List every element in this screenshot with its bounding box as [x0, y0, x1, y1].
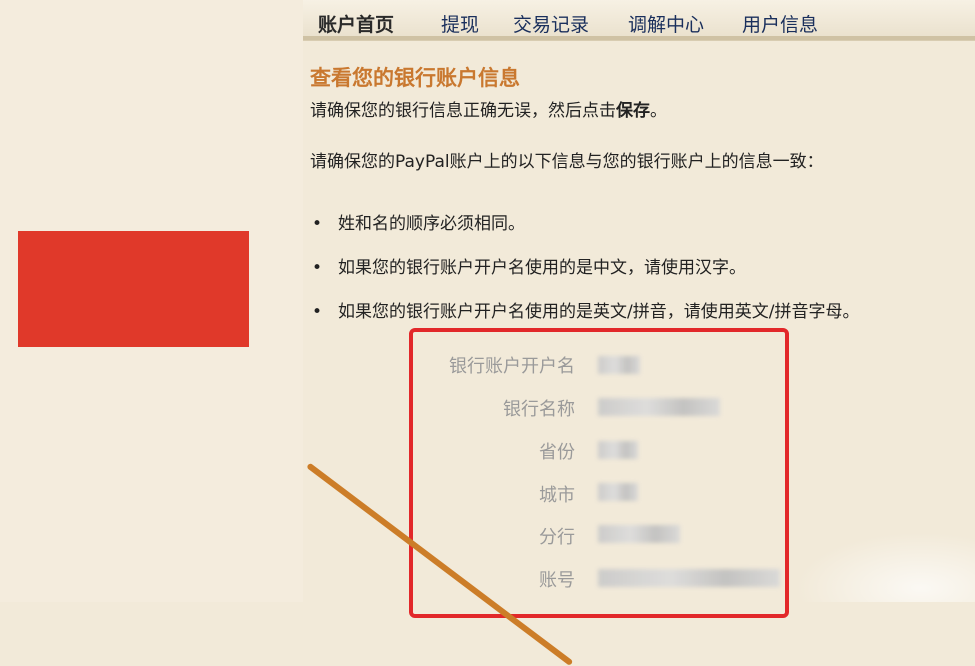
bullet-text: 如果您的银行账户开户名使用的是英文/拼音，请使用英文/拼音字母。 — [338, 302, 860, 322]
tab-account-home[interactable]: 账户首页 — [318, 10, 394, 37]
save-instruction: 请确保您的银行信息正确无误，然后点击保存。 — [310, 96, 667, 121]
instruction-text: 请确保您的银行信息正确无误，然后点击 — [310, 101, 616, 121]
intro-text: 请确保您的PayPal账户上的以下信息与您的银行账户上的信息一致： — [310, 152, 824, 172]
tab-user-info[interactable]: 用户信息 — [742, 10, 818, 37]
bullet-text: 如果您的银行账户开户名使用的是中文，请使用汉字。 — [338, 258, 746, 278]
bullet-icon: • — [312, 302, 323, 322]
left-pane — [0, 0, 303, 602]
top-nav: 账户首页 提现 交易记录 调解中心 用户信息 — [303, 0, 975, 41]
list-item: • 姓和名的顺序必须相同。 — [312, 209, 525, 234]
tab-resolution-center[interactable]: 调解中心 — [628, 10, 704, 37]
list-item: • 如果您的银行账户开户名使用的是英文/拼音，请使用英文/拼音字母。 — [312, 297, 859, 322]
highlight-box — [409, 328, 789, 618]
bullet-text: 姓和名的顺序必须相同。 — [338, 214, 525, 234]
instruction-end: 。 — [650, 101, 667, 121]
list-item: • 如果您的银行账户开户名使用的是中文，请使用汉字。 — [312, 253, 746, 278]
redaction-block — [18, 231, 249, 347]
tab-transactions[interactable]: 交易记录 — [513, 10, 589, 37]
decorative-pattern — [795, 532, 975, 602]
page-title: 查看您的银行账户信息 — [310, 66, 520, 90]
tab-withdraw[interactable]: 提现 — [441, 10, 479, 37]
bullet-icon: • — [312, 214, 323, 234]
bullet-icon: • — [312, 258, 323, 278]
save-keyword: 保存 — [616, 101, 650, 121]
